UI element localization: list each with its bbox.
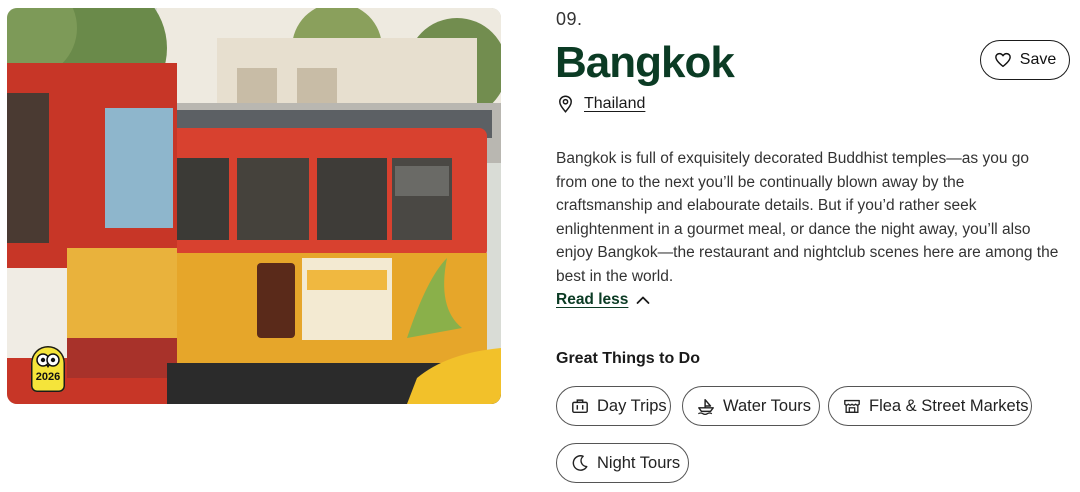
- moon-icon: [572, 455, 588, 471]
- market-stall-icon: [844, 399, 860, 413]
- travelers-choice-badge: 2026: [31, 346, 65, 392]
- save-button[interactable]: Save: [980, 40, 1070, 80]
- suitcase-icon: [572, 399, 588, 414]
- chevron-up-icon: [636, 296, 650, 304]
- location-link[interactable]: Thailand: [584, 95, 645, 113]
- destination-description: Bangkok is full of exquisitely decorated…: [556, 150, 1059, 285]
- chip-day-trips[interactable]: Day Trips: [556, 386, 671, 426]
- chip-label: Day Trips: [597, 396, 667, 415]
- bangkok-bus-image: [7, 8, 501, 404]
- chip-label: Flea & Street Markets: [869, 396, 1029, 415]
- section-title: Great Things to Do: [556, 350, 700, 367]
- map-pin-icon: [559, 95, 572, 113]
- owl-icon: [36, 353, 60, 368]
- chip-water-tours[interactable]: Water Tours: [682, 386, 820, 426]
- chip-label: Night Tours: [597, 453, 681, 472]
- chip-night-tours[interactable]: Night Tours: [556, 443, 689, 483]
- chip-flea-street-markets[interactable]: Flea & Street Markets: [828, 386, 1032, 426]
- badge-year: 2026: [35, 371, 61, 383]
- save-label: Save: [1019, 51, 1057, 68]
- destination-photo[interactable]: 2026: [7, 8, 501, 404]
- destination-title: Bangkok: [555, 38, 735, 87]
- list-index: 09.: [556, 9, 583, 29]
- read-less-toggle[interactable]: Read less: [556, 291, 650, 309]
- boat-icon: [698, 398, 714, 415]
- chip-label: Water Tours: [723, 396, 812, 415]
- heart-icon: [994, 52, 1011, 68]
- read-less-label: Read less: [556, 291, 629, 308]
- location-row: Thailand: [557, 95, 645, 113]
